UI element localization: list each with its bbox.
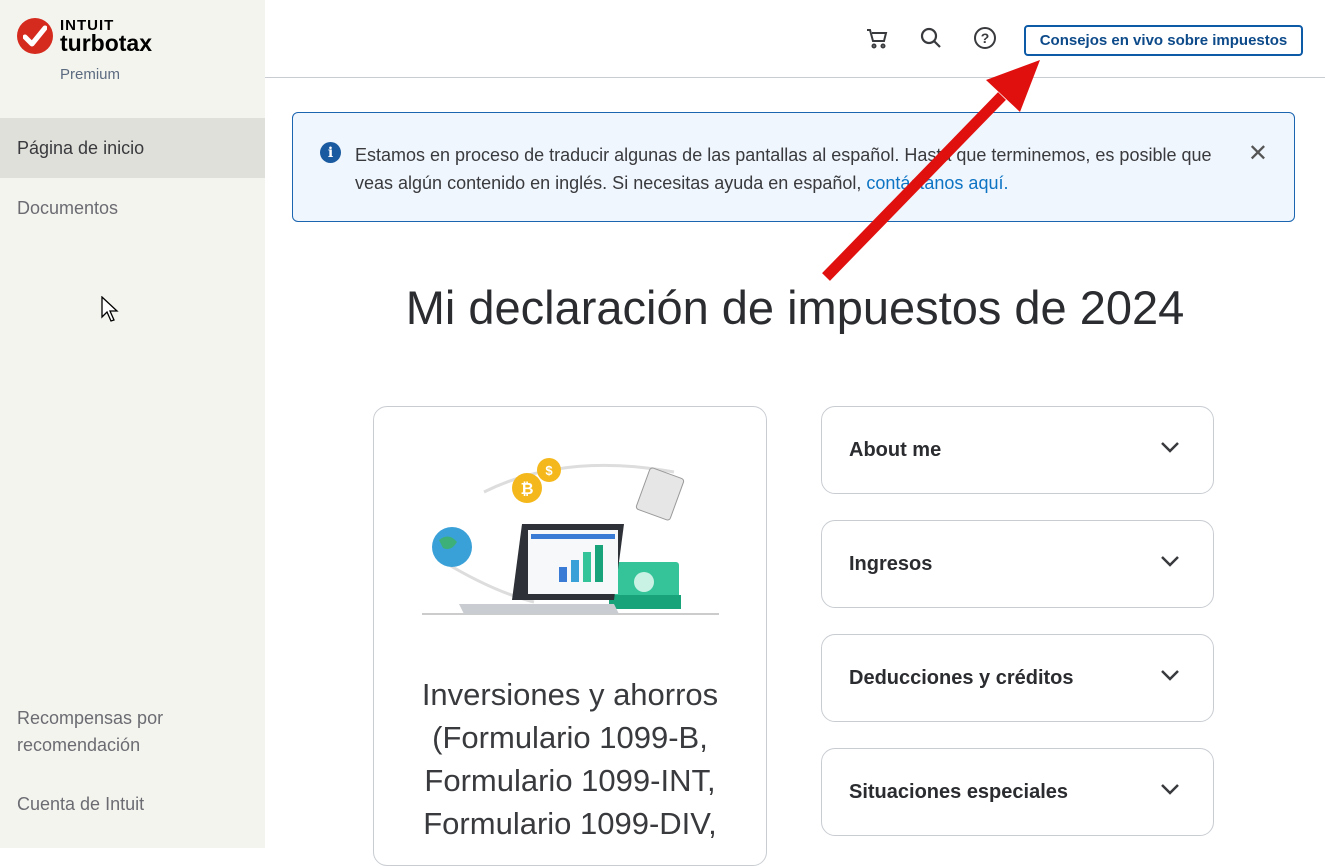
checkmark-logo-icon <box>17 18 53 54</box>
section-label: Deducciones y créditos <box>849 666 1074 689</box>
section-about-me[interactable]: About me <box>821 406 1214 494</box>
banner-message: Estamos en proceso de traducir algunas d… <box>355 141 1215 197</box>
info-icon: i <box>320 142 341 163</box>
section-label: About me <box>849 438 942 461</box>
svg-text:$: $ <box>545 463 553 478</box>
product-tier: Premium <box>60 66 121 83</box>
translation-notice-banner: i Estamos en proceso de traducir algunas… <box>292 112 1295 222</box>
sidebar-item-referral-rewards[interactable]: Recompensas por recomendación <box>17 705 217 759</box>
section-label: Situaciones especiales <box>849 780 1069 803</box>
live-tax-advice-button[interactable]: Consejos en vivo sobre impuestos <box>1024 25 1303 56</box>
chevron-down-icon <box>1161 670 1179 681</box>
svg-text:₿: ₿ <box>520 480 533 498</box>
laptop-finance-illustration: ₿ $ <box>422 458 719 615</box>
turbotax-logo[interactable]: INTUIT turbotax <box>17 18 152 55</box>
help-icon[interactable]: ? <box>972 25 998 51</box>
sidebar-item-intuit-account[interactable]: Cuenta de Intuit <box>17 791 144 818</box>
sidebar: INTUIT turbotax Premium Página de inicio… <box>0 0 265 848</box>
section-label: Ingresos <box>849 552 933 575</box>
mouse-cursor-icon <box>101 296 119 322</box>
investments-card[interactable]: ₿ $ Inversiones y ahorros (Formulario 10… <box>373 406 767 866</box>
section-deductions-credits[interactable]: Deducciones y créditos <box>821 634 1214 722</box>
card-title: Inversiones y ahorros (Formulario 1099-B… <box>421 677 719 841</box>
contact-us-link[interactable]: contáctanos aquí. <box>866 173 1008 193</box>
search-icon[interactable] <box>918 25 944 51</box>
turbotax-wordmark: turbotax <box>60 30 152 56</box>
chevron-down-icon <box>1161 784 1179 795</box>
section-special-situations[interactable]: Situaciones especiales <box>821 748 1214 836</box>
cart-icon[interactable] <box>864 25 890 51</box>
sidebar-item-documents[interactable]: Documentos <box>0 178 265 238</box>
page-title: Mi declaración de impuestos de 2024 <box>405 281 1185 334</box>
banner-text: Estamos en proceso de traducir algunas d… <box>355 145 1212 193</box>
sidebar-item-home[interactable]: Página de inicio <box>0 118 265 178</box>
section-income[interactable]: Ingresos <box>821 520 1214 608</box>
close-icon[interactable]: ✕ <box>1248 139 1268 168</box>
svg-text:?: ? <box>981 30 990 46</box>
chevron-down-icon <box>1161 556 1179 567</box>
chevron-down-icon <box>1161 442 1179 453</box>
